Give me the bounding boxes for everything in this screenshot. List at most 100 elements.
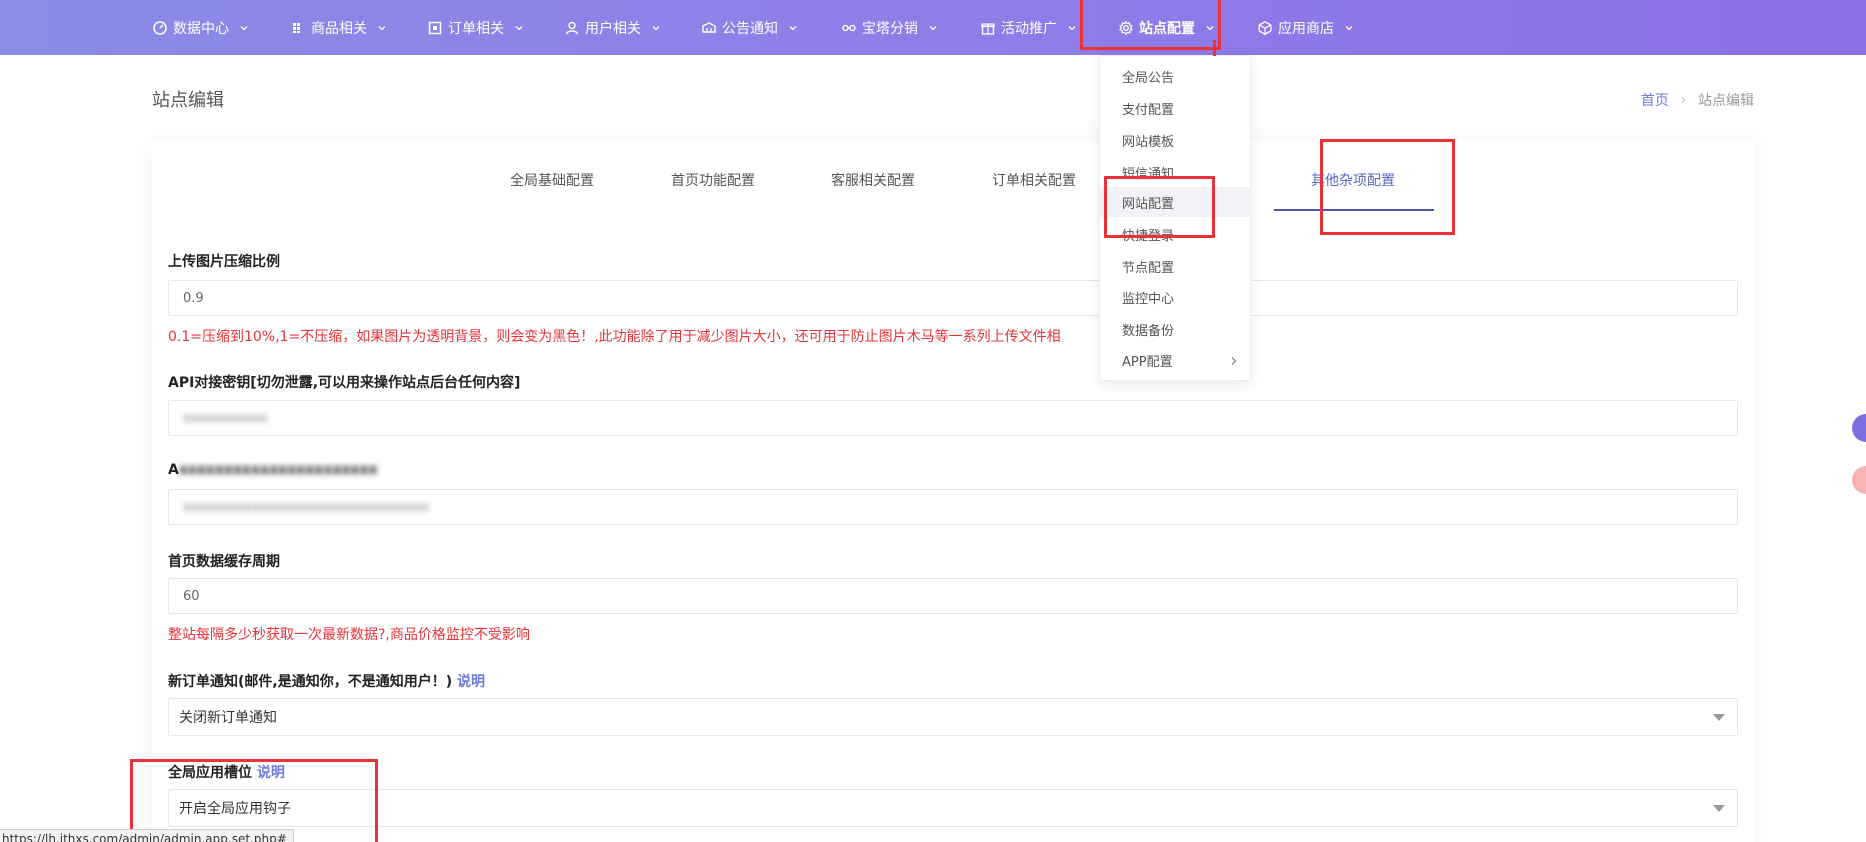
cache-period-hint: 整站每隔多少秒获取一次最新数据?,商品价格监控不受影响 xyxy=(168,627,530,643)
nav-item-products[interactable]: 商品相关 xyxy=(290,0,387,55)
chevron-down-icon xyxy=(1205,23,1215,33)
dropdown-item-label: 监控中心 xyxy=(1122,291,1175,307)
breadcrumb: 首页 › 站点编辑 xyxy=(1641,90,1754,110)
api-key-value: xxxxxxxxxxx xyxy=(183,410,268,426)
dropdown-item-label: 网站模板 xyxy=(1122,134,1175,150)
nav-item-orders[interactable]: 订单相关 xyxy=(427,0,524,55)
dropdown-item-templates[interactable]: 网站模板 xyxy=(1100,125,1250,155)
app-slot-select[interactable]: 开启全局应用钩子 xyxy=(168,789,1738,827)
nav-item-users[interactable]: 用户相关 xyxy=(564,0,661,55)
nav-item-site-config[interactable]: 站点配置 xyxy=(1118,0,1215,55)
third-field-label: Axxxxxxxxxxxxxxxxxxxxxx xyxy=(168,462,378,478)
top-navigation-bar: 数据中心 商品相关 订单相关 用户相关 公告通知 宝塔分销 活动推广 站点配置 … xyxy=(0,0,1866,55)
active-tab-indicator xyxy=(1274,209,1434,211)
breadcrumb-home-link[interactable]: 首页 xyxy=(1641,90,1669,110)
nav-item-app-store[interactable]: 应用商店 xyxy=(1257,0,1354,55)
distribution-icon xyxy=(841,20,857,36)
grid-icon xyxy=(290,20,306,36)
nav-item-label: 站点配置 xyxy=(1139,20,1195,37)
tab-misc-config[interactable]: 其他杂项配置 xyxy=(1311,170,1395,190)
gift-icon xyxy=(980,20,996,36)
breadcrumb-current: 站点编辑 xyxy=(1698,93,1754,109)
page-title: 站点编辑 xyxy=(152,90,224,111)
chevron-down-icon xyxy=(1344,23,1354,33)
order-notify-label: 新订单通知(邮件,是通知你，不是通知用户！) 说明 xyxy=(168,671,485,691)
tab-order-config[interactable]: 订单相关配置 xyxy=(992,170,1076,190)
notice-icon xyxy=(701,20,717,36)
caret-down-icon xyxy=(1713,714,1725,721)
dropdown-item-label: 全局公告 xyxy=(1122,70,1175,86)
order-notify-select[interactable]: 关闭新订单通知 xyxy=(168,698,1738,736)
gear-icon xyxy=(1118,20,1134,36)
app-slot-label: 全局应用槽位 说明 xyxy=(168,762,285,782)
nav-item-label: 数据中心 xyxy=(173,20,229,37)
floating-action-button[interactable] xyxy=(1852,466,1866,494)
dropdown-item-sms[interactable]: 短信通知 xyxy=(1100,157,1250,187)
dashboard-icon xyxy=(152,20,168,36)
app-slot-label-text: 全局应用槽位 xyxy=(168,765,252,781)
dropdown-item-label: 短信通知 xyxy=(1122,166,1175,182)
third-field-label-text: A xyxy=(168,462,179,478)
dropdown-item-nodes[interactable]: 节点配置 xyxy=(1100,251,1250,281)
box-icon xyxy=(1257,20,1273,36)
cache-period-label: 首页数据缓存周期 xyxy=(168,554,280,570)
nav-item-notices[interactable]: 公告通知 xyxy=(701,0,798,55)
breadcrumb-separator-icon: › xyxy=(1680,92,1686,108)
dropdown-item-website-config[interactable]: 网站配置 xyxy=(1100,187,1250,217)
status-url-bar: https://lh.ithxs.com/admin/admin.app.set… xyxy=(0,829,294,842)
tab-customer-service[interactable]: 客服相关配置 xyxy=(831,170,915,190)
nav-item-label: 活动推广 xyxy=(1001,20,1057,37)
compress-ratio-input[interactable]: 0.9 xyxy=(168,280,1738,316)
order-notify-selected: 关闭新订单通知 xyxy=(179,710,277,726)
order-notify-label-text: 新订单通知(邮件,是通知你，不是通知用户！) xyxy=(168,674,453,690)
cache-period-value: 60 xyxy=(183,588,200,604)
third-field-input[interactable]: xxxxxxxxxxxxxxxxxxxxxxxxxxxxxxxx xyxy=(168,489,1738,525)
dropdown-item-app-config[interactable]: APP配置 xyxy=(1100,345,1250,375)
dropdown-item-label: 快捷登录 xyxy=(1122,228,1175,244)
chevron-down-icon xyxy=(514,23,524,33)
nav-item-data-center[interactable]: 数据中心 xyxy=(152,0,249,55)
nav-item-label: 订单相关 xyxy=(448,20,504,37)
user-icon xyxy=(564,20,580,36)
compress-ratio-value: 0.9 xyxy=(183,290,204,306)
nav-item-distribution[interactable]: 宝塔分销 xyxy=(841,0,938,55)
nav-item-label: 商品相关 xyxy=(311,20,367,37)
nav-item-label: 应用商店 xyxy=(1278,20,1334,37)
dropdown-item-payment[interactable]: 支付配置 xyxy=(1100,93,1250,123)
third-field-label-blurred: xxxxxxxxxxxxxxxxxxxxxx xyxy=(178,462,378,478)
third-field-value: xxxxxxxxxxxxxxxxxxxxxxxxxxxxxxxx xyxy=(183,499,430,515)
chevron-down-icon xyxy=(1067,23,1077,33)
order-notify-help-link[interactable]: 说明 xyxy=(457,674,485,690)
compress-ratio-label: 上传图片压缩比例 xyxy=(168,254,280,270)
cache-period-input[interactable]: 60 xyxy=(168,578,1738,614)
dropdown-item-backup[interactable]: 数据备份 xyxy=(1100,314,1250,344)
dropdown-item-label: 支付配置 xyxy=(1122,102,1175,118)
dropdown-item-label: 节点配置 xyxy=(1122,260,1175,276)
chevron-down-icon xyxy=(377,23,387,33)
order-icon xyxy=(427,20,443,36)
site-config-dropdown: 全局公告 支付配置 网站模板 短信通知 网站配置 快捷登录 节点配置 监控中心 … xyxy=(1099,55,1251,381)
caret-down-icon xyxy=(1713,805,1725,812)
compress-ratio-hint: 0.1=压缩到10%,1=不压缩，如果图片为透明背景，则会变为黑色！,此功能除了… xyxy=(168,329,1061,345)
nav-item-label: 用户相关 xyxy=(585,20,641,37)
chevron-down-icon xyxy=(928,23,938,33)
app-slot-selected: 开启全局应用钩子 xyxy=(179,801,291,817)
dropdown-item-global-notice[interactable]: 全局公告 xyxy=(1100,61,1250,91)
dropdown-item-label: 网站配置 xyxy=(1122,196,1175,212)
chevron-down-icon xyxy=(788,23,798,33)
floating-action-button[interactable] xyxy=(1852,414,1866,442)
api-key-input[interactable]: xxxxxxxxxxx xyxy=(168,400,1738,436)
nav-item-label: 公告通知 xyxy=(722,20,778,37)
dropdown-item-label: APP配置 xyxy=(1122,354,1173,370)
dropdown-item-label: 数据备份 xyxy=(1122,323,1175,339)
app-slot-help-link[interactable]: 说明 xyxy=(257,765,285,781)
dropdown-item-quick-login[interactable]: 快捷登录 xyxy=(1100,219,1250,249)
chevron-down-icon xyxy=(239,23,249,33)
nav-item-promotion[interactable]: 活动推广 xyxy=(980,0,1077,55)
tab-home-features[interactable]: 首页功能配置 xyxy=(671,170,755,190)
tab-global-basic[interactable]: 全局基础配置 xyxy=(510,170,594,190)
dropdown-item-monitor[interactable]: 监控中心 xyxy=(1100,282,1250,312)
nav-item-label: 宝塔分销 xyxy=(862,20,918,37)
config-tabs: 全局基础配置 首页功能配置 客服相关配置 订单相关配置 其他杂项配置 xyxy=(152,140,1755,210)
chevron-down-icon xyxy=(651,23,661,33)
